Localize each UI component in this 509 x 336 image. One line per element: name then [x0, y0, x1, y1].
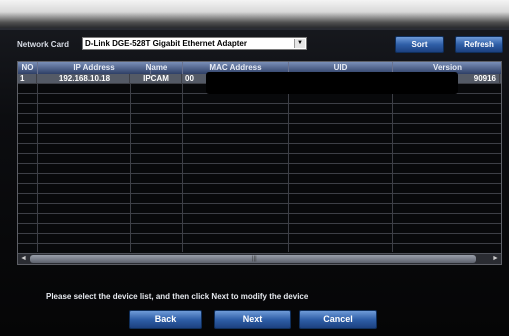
empty-row[interactable]	[18, 194, 501, 204]
device-config-window: Network Card D-Link DGE-528T Gigabit Eth…	[0, 0, 509, 336]
sort-button[interactable]: Sort	[395, 36, 444, 53]
title-bar-divider	[0, 28, 509, 30]
empty-row[interactable]	[18, 204, 501, 214]
empty-row[interactable]	[18, 114, 501, 124]
instruction-text: Please select the device list, and then …	[46, 292, 309, 301]
empty-row[interactable]	[18, 174, 501, 184]
cell-name: IPCAM	[131, 74, 182, 84]
network-card-label: Network Card	[17, 40, 70, 49]
scroll-left-icon[interactable]: ◄	[19, 255, 28, 263]
chevron-down-icon[interactable]: ▼	[294, 39, 305, 48]
scroll-right-icon[interactable]: ►	[491, 255, 500, 263]
empty-row[interactable]	[18, 234, 501, 244]
empty-row[interactable]	[18, 214, 501, 224]
empty-row[interactable]	[18, 124, 501, 134]
cell-no: 1	[20, 74, 37, 84]
empty-row[interactable]	[18, 154, 501, 164]
scrollbar-thumb[interactable]: |||	[30, 255, 476, 263]
cancel-button[interactable]: Cancel	[299, 310, 377, 329]
empty-row[interactable]	[18, 184, 501, 194]
horizontal-scrollbar[interactable]: ◄ ||| ►	[18, 253, 501, 264]
refresh-button[interactable]: Refresh	[455, 36, 503, 53]
network-card-value: D-Link DGE-528T Gigabit Ethernet Adapter	[85, 39, 247, 48]
empty-row[interactable]	[18, 134, 501, 144]
title-bar	[0, 0, 509, 30]
empty-row[interactable]	[18, 104, 501, 114]
next-button[interactable]: Next	[214, 310, 291, 329]
network-card-select[interactable]: D-Link DGE-528T Gigabit Ethernet Adapter…	[82, 37, 307, 50]
column-header-no[interactable]: NO	[18, 62, 38, 74]
redaction-bar	[206, 72, 458, 94]
empty-row[interactable]	[18, 94, 501, 104]
cell-ip-address: 192.168.10.18	[40, 74, 130, 84]
back-button[interactable]: Back	[129, 310, 202, 329]
empty-row[interactable]	[18, 224, 501, 234]
empty-row[interactable]	[18, 144, 501, 154]
grip-icon: |||	[252, 256, 257, 262]
empty-row[interactable]	[18, 164, 501, 174]
column-header-name[interactable]: Name	[131, 62, 183, 74]
